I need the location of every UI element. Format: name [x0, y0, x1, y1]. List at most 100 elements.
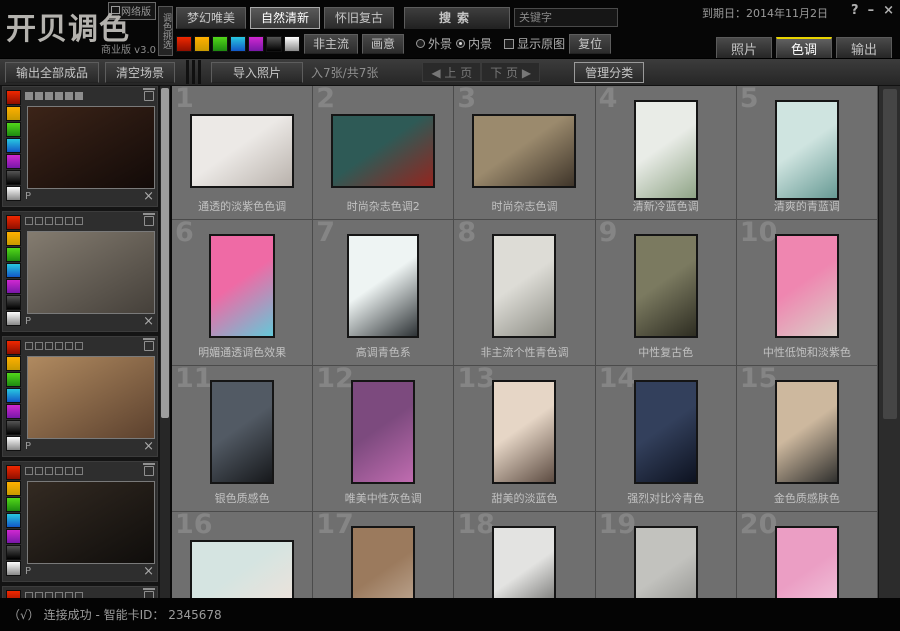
filter-button-painterly[interactable]: 画意: [362, 34, 404, 54]
preset-thumbnail[interactable]: [331, 114, 435, 188]
black-ramp[interactable]: [6, 545, 21, 560]
white-ramp[interactable]: [6, 186, 21, 201]
clear-scene-button[interactable]: 清空场景: [105, 62, 175, 83]
green-swatch[interactable]: [212, 36, 228, 52]
preset-cell[interactable]: 8 非主流个性青色调: [454, 220, 595, 366]
cyan-swatch[interactable]: [230, 36, 246, 52]
black-swatch[interactable]: [266, 36, 282, 52]
remove-icon[interactable]: ×: [143, 315, 154, 328]
search-button[interactable]: 搜索: [404, 7, 510, 29]
export-all-button[interactable]: 输出全部成品: [5, 62, 99, 83]
cyan-ramp[interactable]: [6, 263, 21, 278]
preset-cell[interactable]: 14 强烈对比冷青色: [596, 366, 737, 512]
purple-ramp[interactable]: [6, 279, 21, 294]
photo-thumbnail[interactable]: [27, 481, 155, 564]
help-button[interactable]: ?: [851, 3, 859, 18]
preset-thumbnail[interactable]: [351, 380, 415, 484]
trash-icon[interactable]: [144, 341, 154, 351]
white-swatch[interactable]: [284, 36, 300, 52]
rating-squares[interactable]: [25, 217, 83, 225]
tab-photos[interactable]: 照片: [716, 37, 772, 58]
style-button-retro[interactable]: 怀旧复古: [324, 7, 394, 29]
grid-scroll-thumb[interactable]: [883, 89, 897, 419]
trash-icon[interactable]: [144, 216, 154, 226]
style-button-natural-fresh[interactable]: 自然清新: [250, 7, 320, 29]
preset-cell[interactable]: 13 甜美的淡蓝色: [454, 366, 595, 512]
photo-thumbnail[interactable]: [27, 356, 155, 439]
prev-page-button[interactable]: ◀ 上 页: [422, 62, 481, 82]
purple-swatch[interactable]: [248, 36, 264, 52]
import-photos-button[interactable]: 导入照片: [211, 62, 303, 83]
tab-color-tone[interactable]: 色调: [776, 37, 832, 58]
preset-thumbnail[interactable]: [775, 100, 839, 200]
manage-categories-button[interactable]: 管理分类: [574, 62, 644, 83]
preset-thumbnail[interactable]: [775, 234, 839, 338]
preset-thumbnail[interactable]: [492, 380, 556, 484]
black-ramp[interactable]: [6, 170, 21, 185]
preset-cell[interactable]: 5 清爽的青蓝调: [737, 86, 878, 220]
preset-cell[interactable]: 3 时尚杂志色调: [454, 86, 595, 220]
trash-icon[interactable]: [144, 466, 154, 476]
preset-cell[interactable]: 12 唯美中性灰色调: [313, 366, 454, 512]
black-ramp[interactable]: [6, 420, 21, 435]
sidebar-photo-item[interactable]: P ×: [2, 461, 158, 582]
style-button-dreamy[interactable]: 梦幻唯美: [176, 7, 246, 29]
reset-button[interactable]: 复位: [569, 34, 611, 54]
white-ramp[interactable]: [6, 436, 21, 451]
preset-cell[interactable]: 4 清新冷蓝色调: [596, 86, 737, 220]
red-ramp[interactable]: [6, 90, 21, 105]
remove-icon[interactable]: ×: [143, 190, 154, 203]
tab-output[interactable]: 输出: [836, 37, 892, 58]
orange-ramp[interactable]: [6, 106, 21, 121]
cyan-ramp[interactable]: [6, 138, 21, 153]
sidebar-scroll-thumb[interactable]: [161, 88, 169, 418]
white-ramp[interactable]: [6, 561, 21, 576]
preset-cell[interactable]: 9 中性复古色: [596, 220, 737, 366]
preset-thumbnail[interactable]: [634, 380, 698, 484]
red-ramp[interactable]: [6, 215, 21, 230]
preset-thumbnail[interactable]: [210, 380, 274, 484]
preset-cell[interactable]: 6 明媚通透调色效果: [172, 220, 313, 366]
purple-ramp[interactable]: [6, 404, 21, 419]
show-original-checkbox[interactable]: 显示原图: [504, 35, 565, 52]
preset-thumbnail[interactable]: [190, 114, 294, 188]
trash-icon[interactable]: [144, 91, 154, 101]
preset-thumbnail[interactable]: [472, 114, 576, 188]
preset-cell[interactable]: 15 金色质感肤色: [737, 366, 878, 512]
preset-thumbnail[interactable]: [634, 100, 698, 200]
radio-outdoor[interactable]: 外景: [416, 35, 452, 52]
preset-thumbnail[interactable]: [492, 234, 556, 338]
cyan-ramp[interactable]: [6, 388, 21, 403]
preset-cell[interactable]: 7 高调青色系: [313, 220, 454, 366]
photo-thumbnail[interactable]: [27, 106, 155, 189]
preset-cell[interactable]: 10 中性低饱和淡紫色: [737, 220, 878, 366]
rating-squares[interactable]: [25, 467, 83, 475]
preset-thumbnail[interactable]: [209, 234, 275, 338]
orange-ramp[interactable]: [6, 231, 21, 246]
preset-cell[interactable]: 2 时尚杂志色调2: [313, 86, 454, 220]
black-ramp[interactable]: [6, 295, 21, 310]
filter-button-non-mainstream[interactable]: 非主流: [304, 34, 358, 54]
preset-thumbnail[interactable]: [347, 234, 419, 338]
remove-icon[interactable]: ×: [143, 440, 154, 453]
sidebar-photo-item[interactable]: P ×: [2, 211, 158, 332]
sidebar-photo-item[interactable]: P ×: [2, 336, 158, 457]
vertical-tab-color-pick[interactable]: 调色挑选: [158, 6, 173, 56]
green-ramp[interactable]: [6, 247, 21, 262]
radio-indoor[interactable]: 内景: [456, 35, 492, 52]
preset-thumbnail[interactable]: [775, 380, 839, 484]
preset-thumbnail[interactable]: [634, 234, 698, 338]
rating-squares[interactable]: [25, 342, 83, 350]
purple-ramp[interactable]: [6, 529, 21, 544]
orange-swatch[interactable]: [194, 36, 210, 52]
preset-cell[interactable]: 11 银色质感色: [172, 366, 313, 512]
orange-ramp[interactable]: [6, 481, 21, 496]
orange-ramp[interactable]: [6, 356, 21, 371]
green-ramp[interactable]: [6, 497, 21, 512]
green-ramp[interactable]: [6, 372, 21, 387]
photo-thumbnail[interactable]: [27, 231, 155, 314]
red-swatch[interactable]: [176, 36, 192, 52]
rating-squares[interactable]: [25, 92, 83, 100]
green-ramp[interactable]: [6, 122, 21, 137]
cyan-ramp[interactable]: [6, 513, 21, 528]
